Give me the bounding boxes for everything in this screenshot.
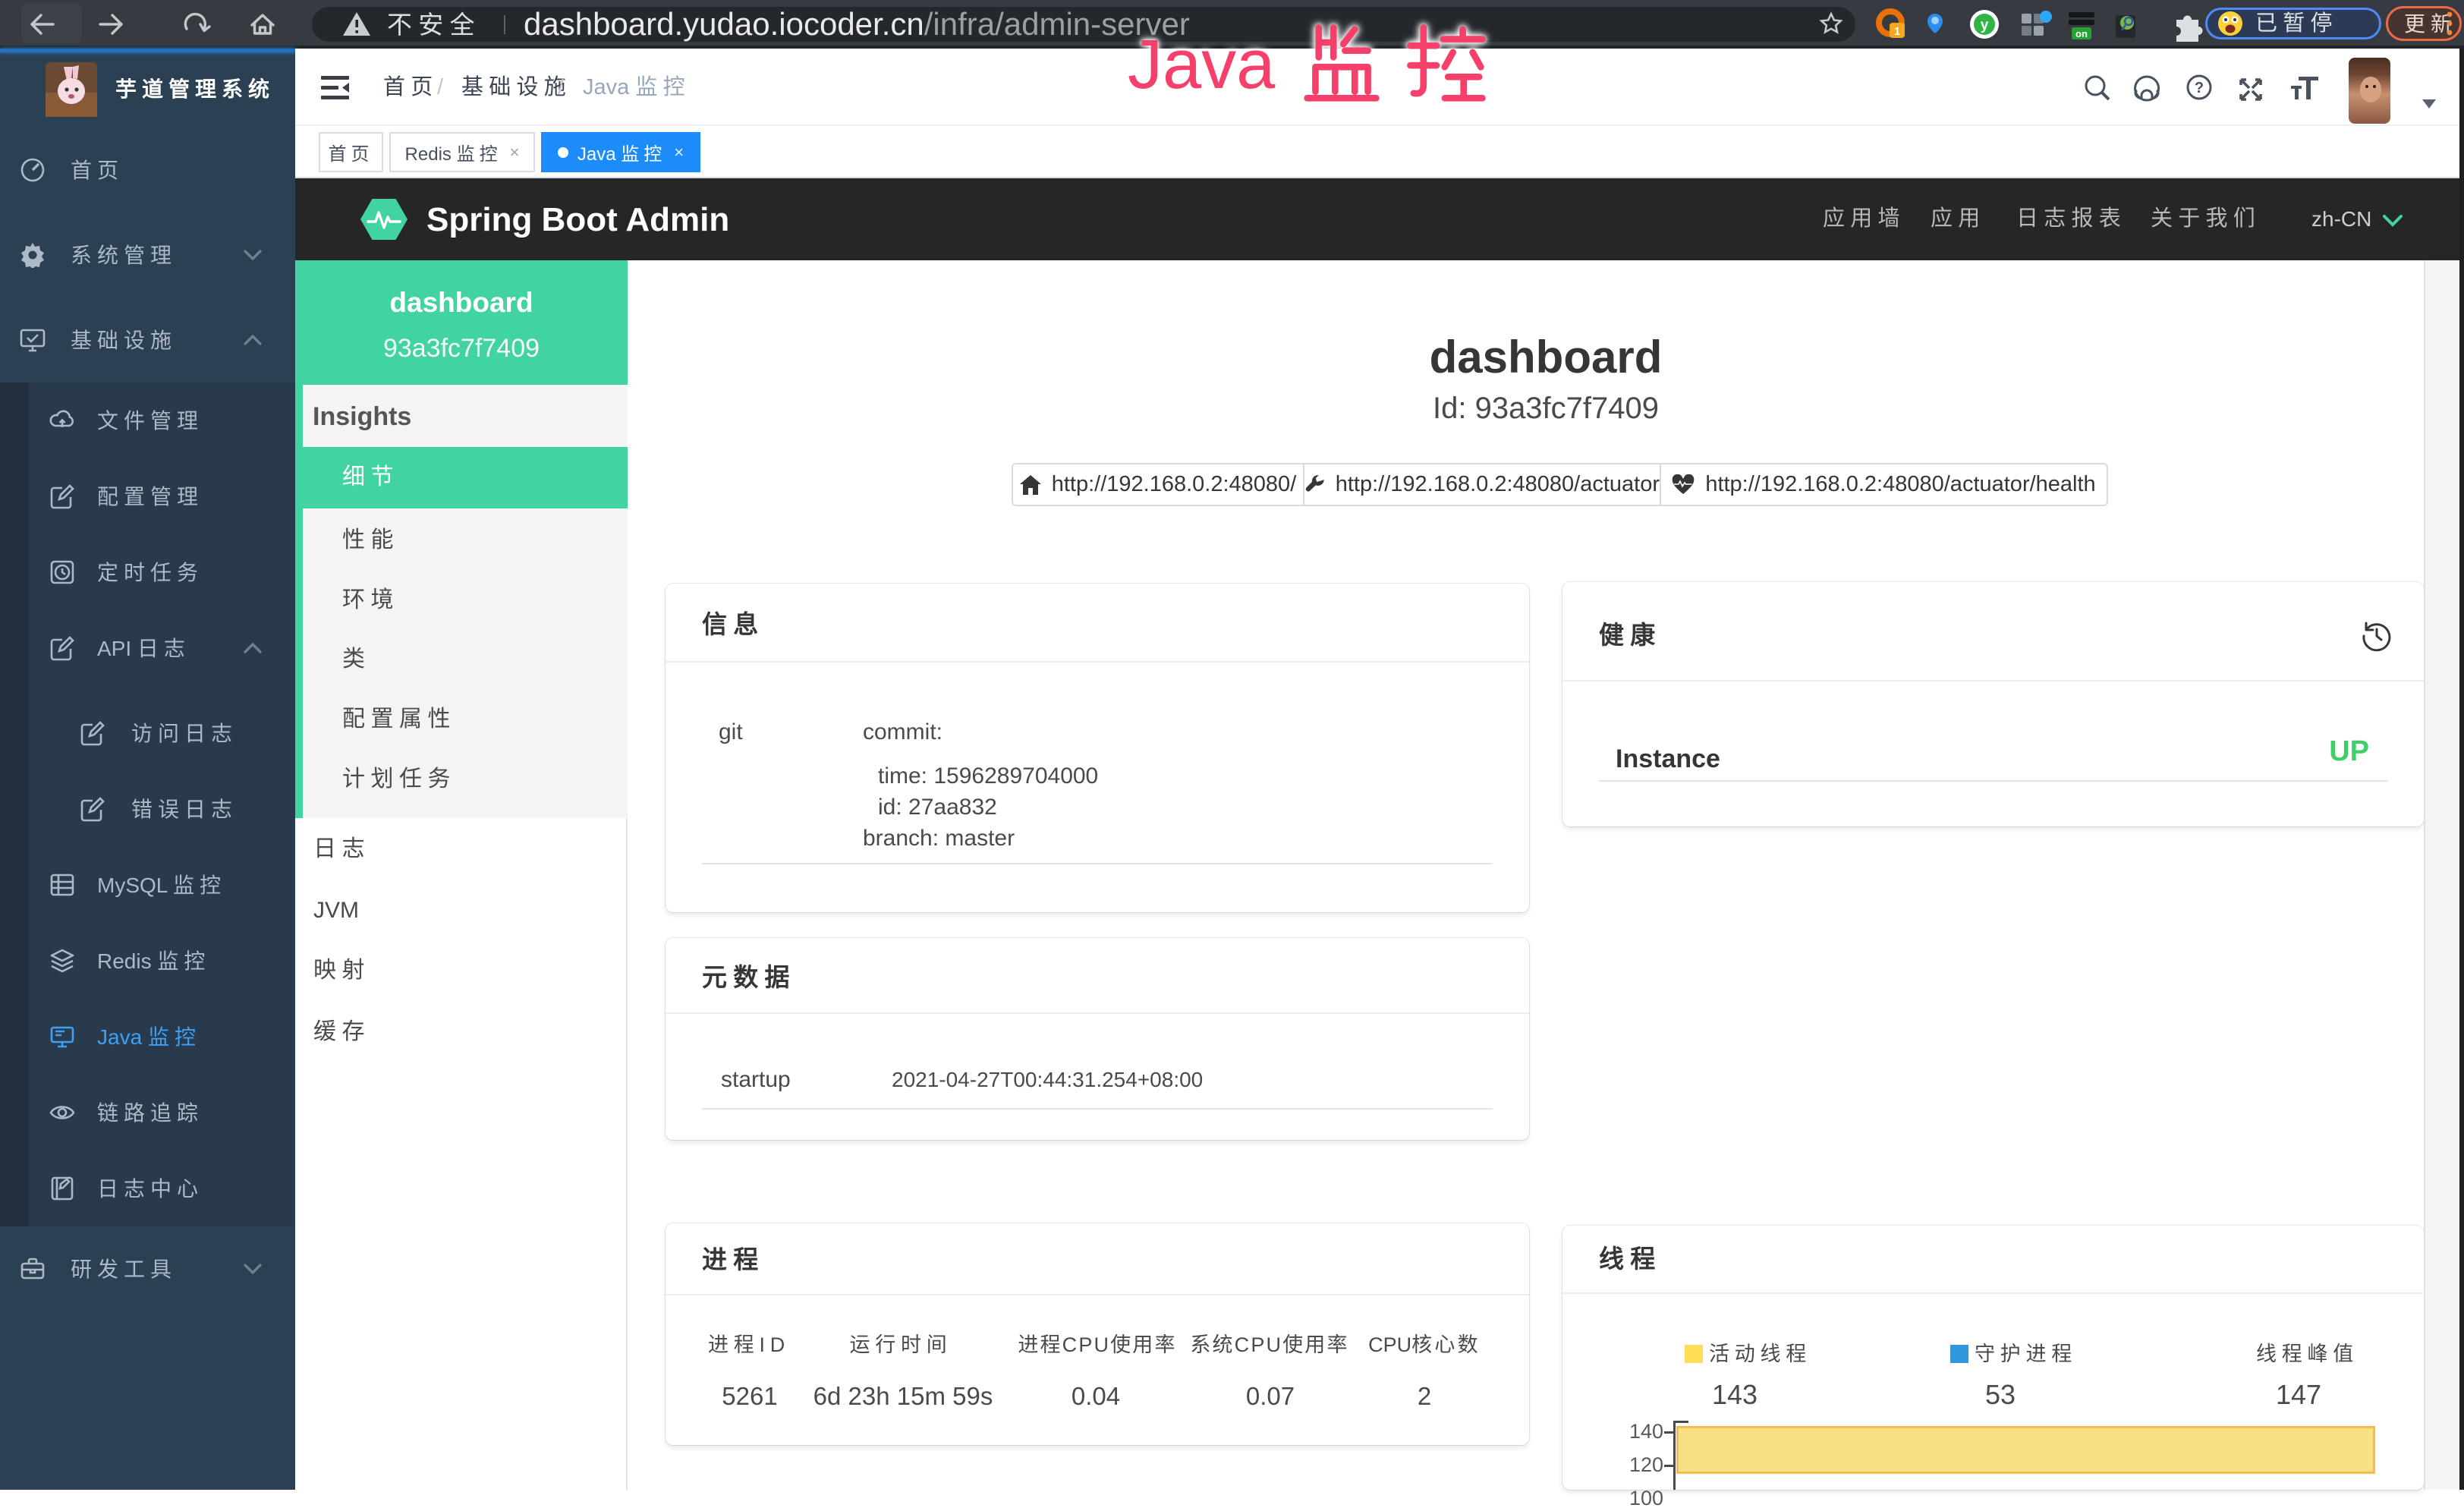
svg-text:y: y xyxy=(1981,17,1989,33)
svg-text:?: ? xyxy=(2195,80,2204,96)
svg-text:1: 1 xyxy=(1894,25,1900,38)
svg-text:on: on xyxy=(2075,28,2088,39)
